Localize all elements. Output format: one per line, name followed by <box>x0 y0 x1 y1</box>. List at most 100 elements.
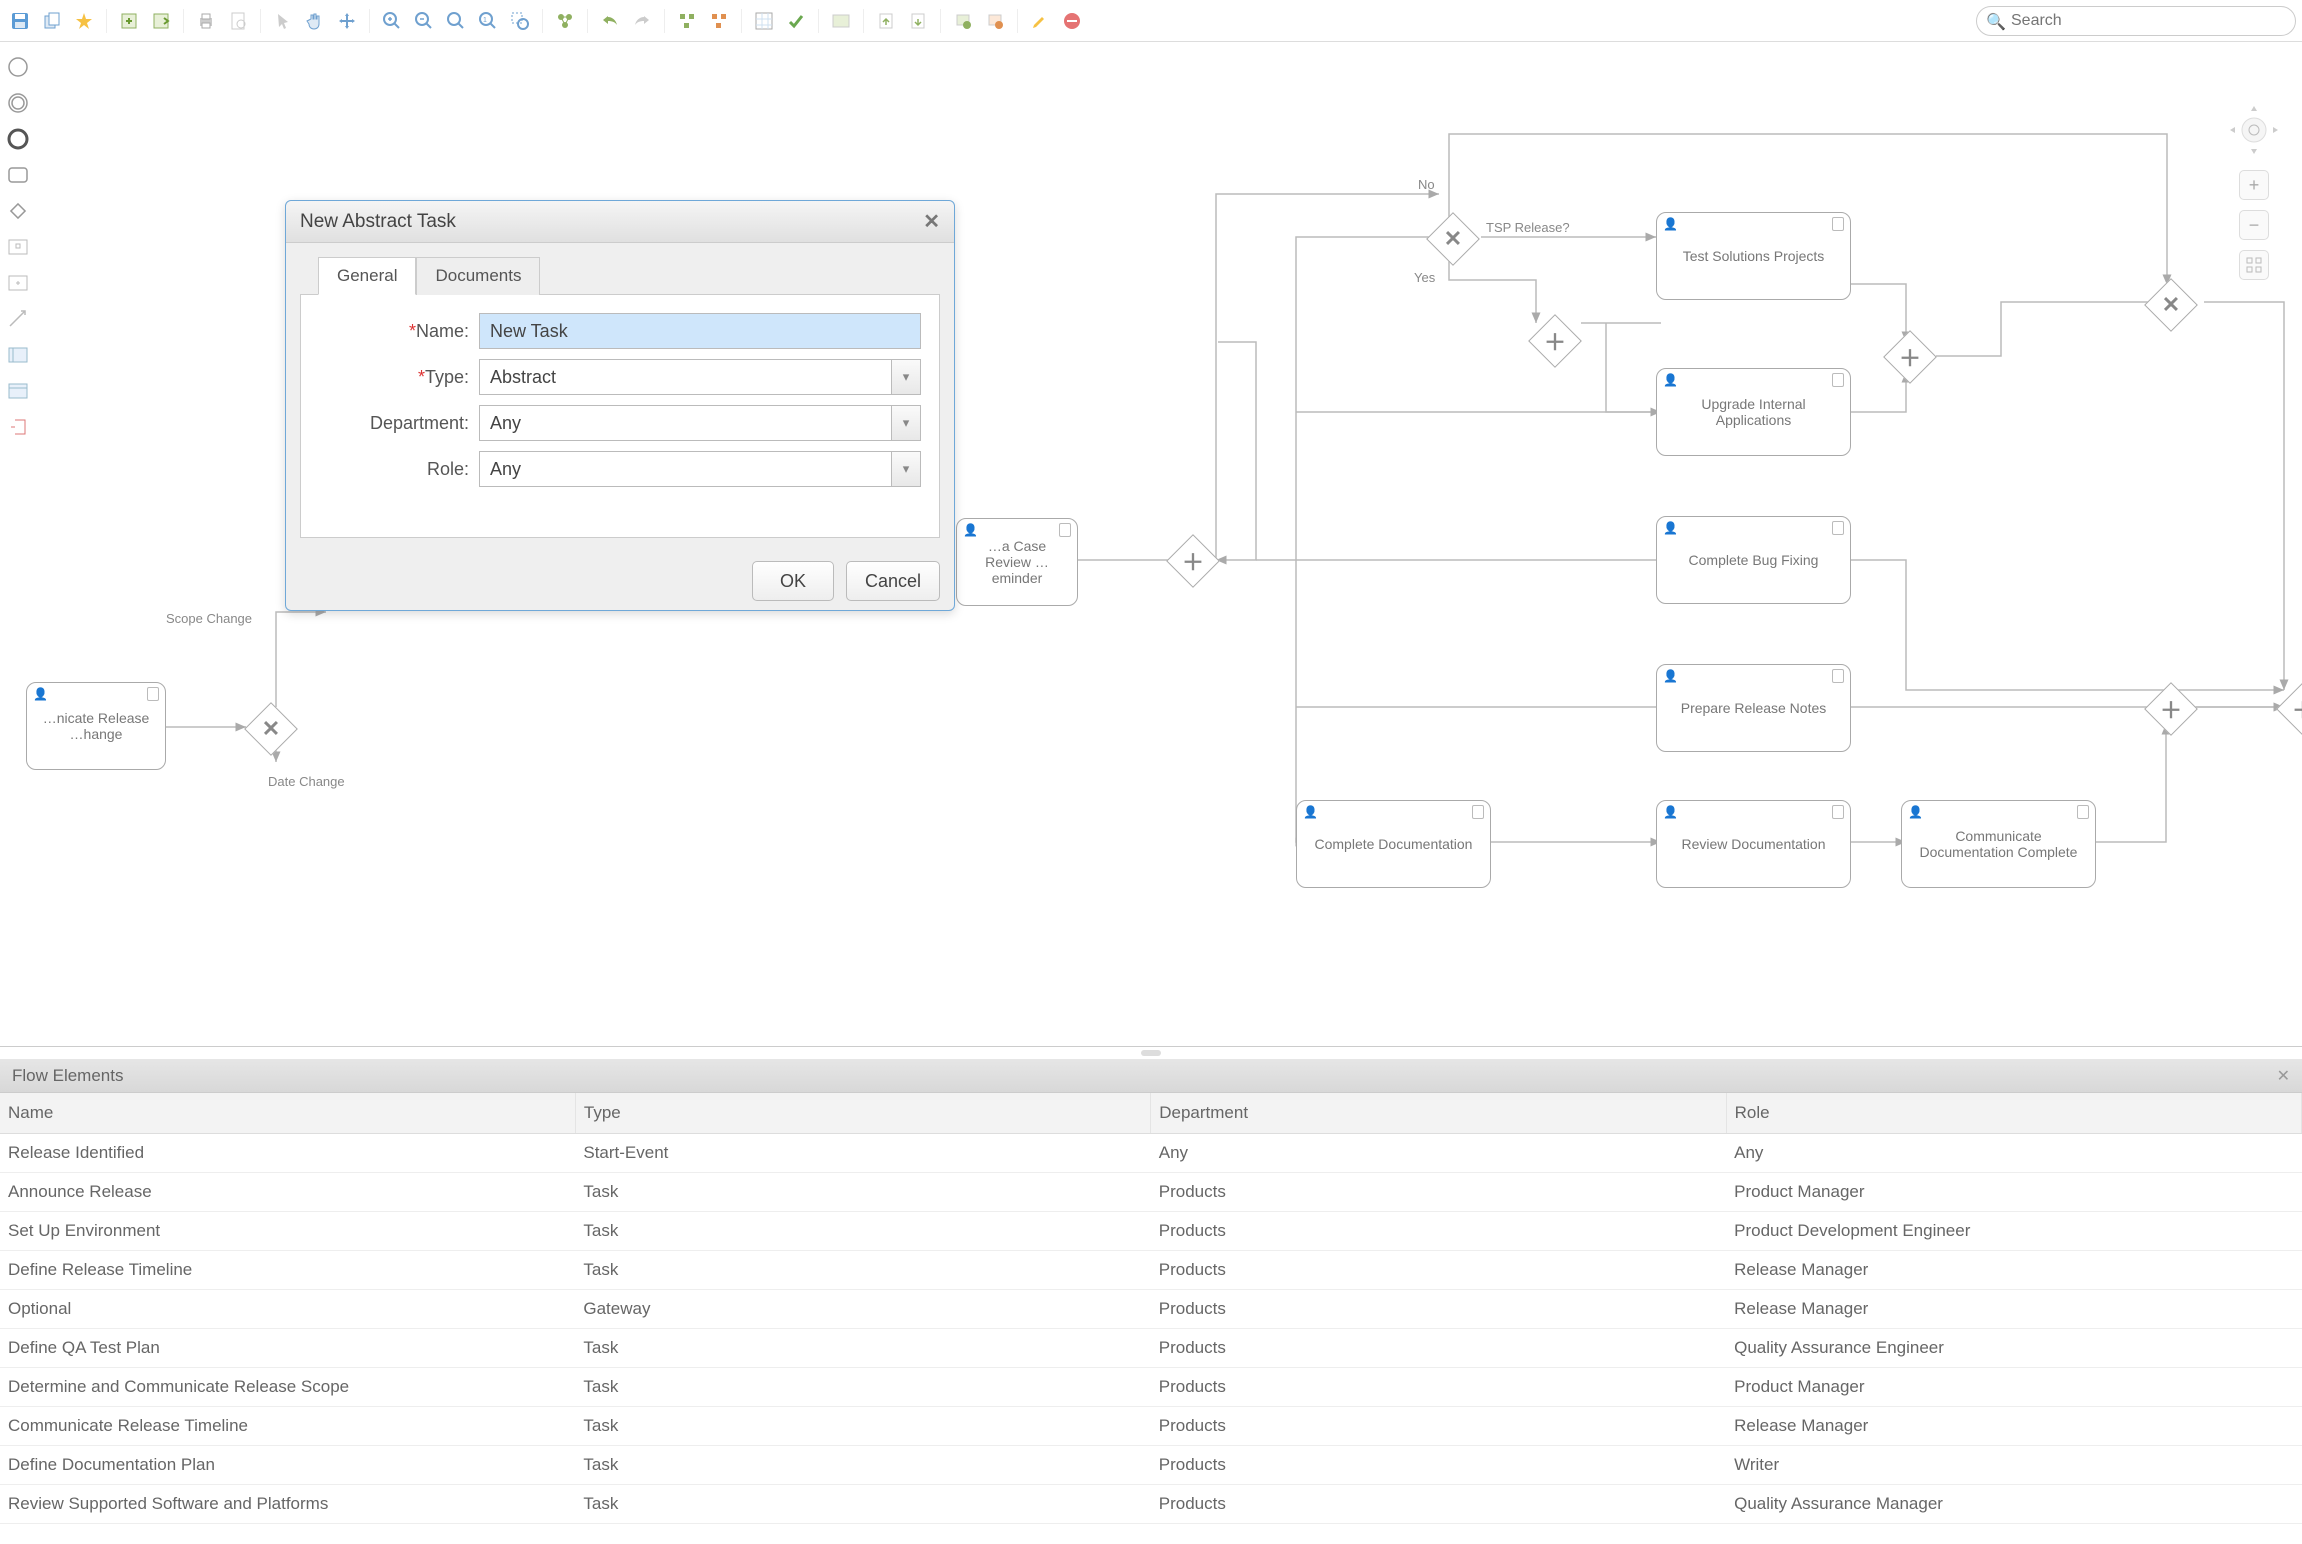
separator <box>260 9 261 33</box>
table-row[interactable]: Define QA Test PlanTaskProductsQuality A… <box>0 1329 2302 1368</box>
person-icon: 👤 <box>963 523 978 537</box>
panel-resize-handle[interactable] <box>0 1047 2302 1059</box>
chevron-down-icon[interactable]: ▾ <box>891 451 921 487</box>
auto-layout-icon[interactable] <box>705 7 733 35</box>
table-row[interactable]: Announce ReleaseTaskProductsProduct Mana… <box>0 1173 2302 1212</box>
zoom-in-button[interactable]: + <box>2239 170 2269 200</box>
print-icon[interactable] <box>192 7 220 35</box>
move-icon[interactable] <box>333 7 361 35</box>
close-icon[interactable]: ✕ <box>2277 1066 2290 1086</box>
person-icon: 👤 <box>1663 521 1678 535</box>
table-row[interactable]: Define Documentation PlanTaskProductsWri… <box>0 1446 2302 1485</box>
task-upgrade-internal-applications[interactable]: 👤 Upgrade Internal Applications <box>1656 368 1851 456</box>
dialog-titlebar[interactable]: New Abstract Task ✕ <box>286 201 954 243</box>
department-select[interactable] <box>479 405 891 441</box>
gateway-icon[interactable] <box>5 198 31 224</box>
flag-orange-icon[interactable] <box>981 7 1009 35</box>
annotation-icon[interactable] <box>5 414 31 440</box>
export-icon[interactable] <box>147 7 175 35</box>
task-communicate-documentation-complete[interactable]: 👤 Communicate Documentation Complete <box>1901 800 2096 888</box>
cancel-button[interactable]: Cancel <box>846 561 940 601</box>
col-name[interactable]: Name <box>0 1093 575 1134</box>
zoom-out-icon[interactable] <box>410 7 438 35</box>
new-icon[interactable] <box>70 7 98 35</box>
edit-icon[interactable] <box>1026 7 1054 35</box>
swimlane-h-icon[interactable] <box>5 342 31 368</box>
flag-green-icon[interactable] <box>949 7 977 35</box>
doc-up-icon[interactable] <box>872 7 900 35</box>
fit-screen-button[interactable] <box>2239 250 2269 280</box>
table-row[interactable]: Communicate Release TimelineTaskProducts… <box>0 1407 2302 1446</box>
cell-name: Communicate Release Timeline <box>0 1407 575 1446</box>
chevron-down-icon[interactable]: ▾ <box>891 359 921 395</box>
table-row[interactable]: Determine and Communicate Release ScopeT… <box>0 1368 2302 1407</box>
swimlane-v-icon[interactable] <box>5 378 31 404</box>
tab-general[interactable]: General <box>318 257 416 295</box>
col-role[interactable]: Role <box>1726 1093 2301 1134</box>
label-role: Role: <box>319 459 479 480</box>
name-input[interactable] <box>479 313 921 349</box>
task-test-solutions-projects[interactable]: 👤 Test Solutions Projects <box>1656 212 1851 300</box>
zoom-in-icon[interactable] <box>378 7 406 35</box>
task-complete-documentation[interactable]: 👤 Complete Documentation <box>1296 800 1491 888</box>
connector-icon[interactable] <box>5 306 31 332</box>
zoom-reset-icon[interactable]: 1 <box>474 7 502 35</box>
task-review-documentation[interactable]: 👤 Review Documentation <box>1656 800 1851 888</box>
import-icon[interactable] <box>115 7 143 35</box>
start-event-icon[interactable] <box>5 54 31 80</box>
validate-icon[interactable] <box>782 7 810 35</box>
doc-down-icon[interactable] <box>904 7 932 35</box>
table-row[interactable]: Set Up EnvironmentTaskProductsProduct De… <box>0 1212 2302 1251</box>
search-input[interactable] <box>1976 6 2296 36</box>
table-row[interactable]: OptionalGatewayProductsRelease Manager <box>0 1290 2302 1329</box>
separator <box>369 9 370 33</box>
tab-documents[interactable]: Documents <box>416 257 540 295</box>
end-event-icon[interactable] <box>5 126 31 152</box>
redo-icon[interactable] <box>628 7 656 35</box>
zoom-selection-icon[interactable] <box>506 7 534 35</box>
table-row[interactable]: Release IdentifiedStart-EventAnyAny <box>0 1134 2302 1173</box>
type-select[interactable] <box>479 359 891 395</box>
task-communicate-release-change[interactable]: 👤 …nicate Release …hange <box>26 682 166 770</box>
col-department[interactable]: Department <box>1151 1093 1726 1134</box>
cell-name: Define QA Test Plan <box>0 1329 575 1368</box>
role-select[interactable] <box>479 451 891 487</box>
cell-type: Task <box>575 1485 1150 1524</box>
task-complete-bug-fixing[interactable]: 👤 Complete Bug Fixing <box>1656 516 1851 604</box>
preview-icon[interactable] <box>224 7 252 35</box>
task-icon[interactable] <box>5 162 31 188</box>
pointer-icon[interactable] <box>269 7 297 35</box>
task-case-review-reminder[interactable]: 👤 …a Case Review …eminder <box>956 518 1078 606</box>
cell-role: Product Development Engineer <box>1726 1212 2301 1251</box>
cell-name: Review Supported Software and Platforms <box>0 1485 575 1524</box>
intermediate-event-icon[interactable] <box>5 90 31 116</box>
relayout-icon[interactable] <box>673 7 701 35</box>
close-icon[interactable]: ✕ <box>923 209 940 234</box>
collapsed-subprocess-icon[interactable] <box>5 270 31 296</box>
table-row[interactable]: Define Release TimelineTaskProductsRelea… <box>0 1251 2302 1290</box>
panel-title: Flow Elements <box>12 1066 123 1086</box>
task-label: Complete Bug Fixing <box>1689 552 1819 568</box>
expanded-subprocess-icon[interactable] <box>5 234 31 260</box>
person-icon: 👤 <box>1663 217 1678 231</box>
zoom-out-button[interactable]: − <box>2239 210 2269 240</box>
table-row[interactable]: Review Supported Software and PlatformsT… <box>0 1485 2302 1524</box>
pan-icon[interactable] <box>301 7 329 35</box>
layout-icon[interactable] <box>551 7 579 35</box>
save-icon[interactable] <box>6 7 34 35</box>
label-scope-change: Scope Change <box>166 611 252 626</box>
separator <box>106 9 107 33</box>
chevron-down-icon[interactable]: ▾ <box>891 405 921 441</box>
map-icon[interactable] <box>827 7 855 35</box>
col-type[interactable]: Type <box>575 1093 1150 1134</box>
copy-icon[interactable] <box>38 7 66 35</box>
ok-button[interactable]: OK <box>752 561 834 601</box>
delete-icon[interactable] <box>1058 7 1086 35</box>
task-prepare-release-notes[interactable]: 👤 Prepare Release Notes <box>1656 664 1851 752</box>
doc-icon <box>1472 805 1484 819</box>
grid-icon[interactable] <box>750 7 778 35</box>
table-header-row: Name Type Department Role <box>0 1093 2302 1134</box>
zoom-fit-icon[interactable] <box>442 7 470 35</box>
search-field[interactable]: 🔍 <box>1976 6 2296 36</box>
undo-icon[interactable] <box>596 7 624 35</box>
